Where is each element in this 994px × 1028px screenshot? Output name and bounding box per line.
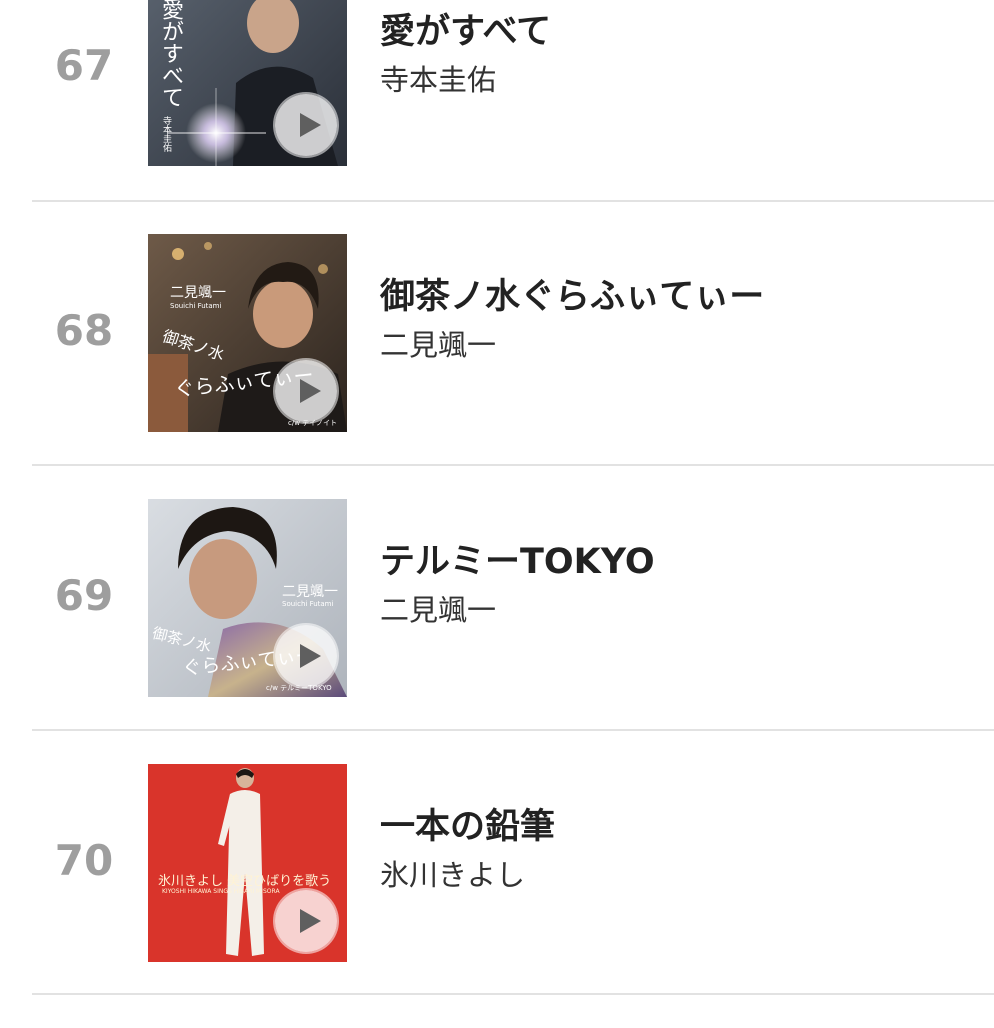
rank-number: 69	[54, 571, 114, 620]
album-cover[interactable]: 愛がすべて 寺本圭佑	[148, 0, 347, 166]
rank-number: 68	[54, 306, 114, 355]
row-divider	[32, 993, 994, 995]
ranking-item-70[interactable]: 70 氷川きよし 美空ひばりを歌う KIYOSHI HIKAWA SINGS H…	[0, 763, 994, 1028]
play-icon[interactable]	[275, 625, 337, 687]
row-divider	[32, 729, 994, 731]
song-title[interactable]: 御茶ノ水ぐらふぃてぃー	[380, 275, 764, 319]
rank-number: 70	[54, 836, 114, 885]
artist-name[interactable]: 二見颯一	[380, 325, 496, 365]
song-title[interactable]: テルミーTOKYO	[380, 540, 655, 584]
ranking-item-68[interactable]: 68 二見颯一 Souichi Futami 御茶ノ水 ぐらふぃてぃー c/w …	[0, 233, 994, 498]
artist-name[interactable]: 寺本圭佑	[380, 60, 496, 100]
album-cover[interactable]: 氷川きよし 美空ひばりを歌う KIYOSHI HIKAWA SINGS HIBA…	[148, 764, 347, 962]
artist-name[interactable]: 氷川きよし	[380, 855, 525, 895]
album-cover[interactable]: 二見颯一 Souichi Futami 御茶ノ水 ぐらふぃてぃー c/w テイノ…	[148, 234, 347, 432]
album-cover[interactable]: 二見颯一 Souichi Futami 御茶ノ水 ぐらふぃてぃー c/w テルミ…	[148, 499, 347, 697]
artist-name[interactable]: 二見颯一	[380, 590, 496, 630]
row-divider	[32, 200, 994, 202]
ranking-item-69[interactable]: 69 二見颯一 Souichi Futami 御茶ノ水 ぐらふぃてぃー c/w …	[0, 498, 994, 763]
play-icon[interactable]	[275, 890, 337, 952]
rank-number: 67	[54, 41, 114, 90]
ranking-item-67[interactable]: 67 愛がすべて 寺本圭佑 愛がすべて 寺本圭佑	[0, 0, 994, 233]
play-icon[interactable]	[275, 94, 337, 156]
song-title[interactable]: 愛がすべて	[380, 10, 551, 54]
song-title[interactable]: 一本の鉛筆	[380, 805, 555, 849]
row-divider	[32, 464, 994, 466]
play-icon[interactable]	[275, 360, 337, 422]
